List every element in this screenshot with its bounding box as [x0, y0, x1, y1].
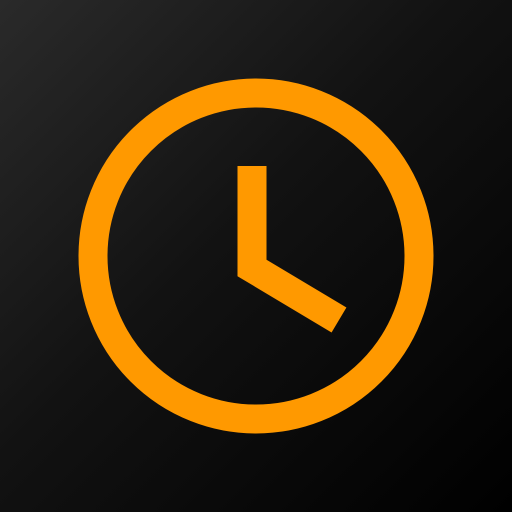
clock-hands [237, 166, 347, 333]
clock-icon [78, 78, 434, 434]
app-icon [0, 0, 512, 512]
